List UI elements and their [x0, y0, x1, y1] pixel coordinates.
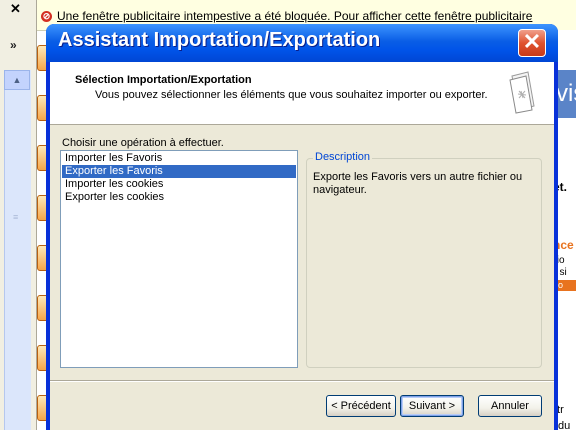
operation-export-cookies[interactable]: Exporter les cookies — [62, 191, 296, 204]
description-group: Description Exporte les Favoris vers un … — [306, 151, 542, 368]
choose-operation-label: Choisir une opération à effectuer. — [62, 137, 224, 149]
scrollbar[interactable] — [4, 70, 31, 430]
favorites-pane: ✕ » ▲ ≡ — [0, 0, 37, 430]
title-bar[interactable]: Assistant Importation/Exportation ✕ — [46, 24, 558, 62]
dialog-title: Assistant Importation/Exportation — [58, 29, 381, 51]
operation-export-favorites[interactable]: Exporter les Favoris — [62, 165, 296, 178]
back-button[interactable]: < Précédent — [326, 395, 396, 417]
operation-import-cookies[interactable]: Importer les cookies — [62, 178, 296, 191]
close-button[interactable]: ✕ — [518, 29, 546, 57]
operation-import-favorites[interactable]: Importer les Favoris — [62, 152, 296, 165]
wizard-document-icon — [509, 71, 535, 114]
description-legend: Description — [313, 151, 373, 163]
popup-blocker-text[interactable]: Une fenêtre publicitaire intempestive a … — [57, 9, 532, 23]
blocked-icon: ⊘ — [41, 11, 52, 22]
wizard-header: Sélection Importation/Exportation Vous p… — [50, 62, 554, 125]
close-pane-icon[interactable]: ✕ — [10, 1, 21, 17]
scroll-grip-icon: ≡ — [13, 212, 19, 222]
description-text: Exporte les Favoris vers un autre fichie… — [313, 171, 523, 196]
chevron-right-icon[interactable]: » — [10, 38, 17, 52]
divider — [50, 380, 554, 382]
header-title: Sélection Importation/Exportation — [75, 74, 252, 86]
page-text-fragment: du — [558, 420, 571, 430]
import-export-wizard-dialog: Assistant Importation/Exportation ✕ Séle… — [46, 24, 558, 430]
cancel-button[interactable]: Annuler — [478, 395, 542, 417]
scroll-up-button[interactable]: ▲ — [4, 70, 30, 90]
header-description: Vous pouvez sélectionner les éléments qu… — [95, 89, 488, 101]
close-icon: ✕ — [522, 29, 542, 54]
operation-listbox[interactable]: Importer les Favoris Exporter les Favori… — [60, 150, 298, 368]
dialog-client-area: Sélection Importation/Exportation Vous p… — [50, 62, 554, 430]
next-button[interactable]: Suivant > — [400, 395, 464, 417]
